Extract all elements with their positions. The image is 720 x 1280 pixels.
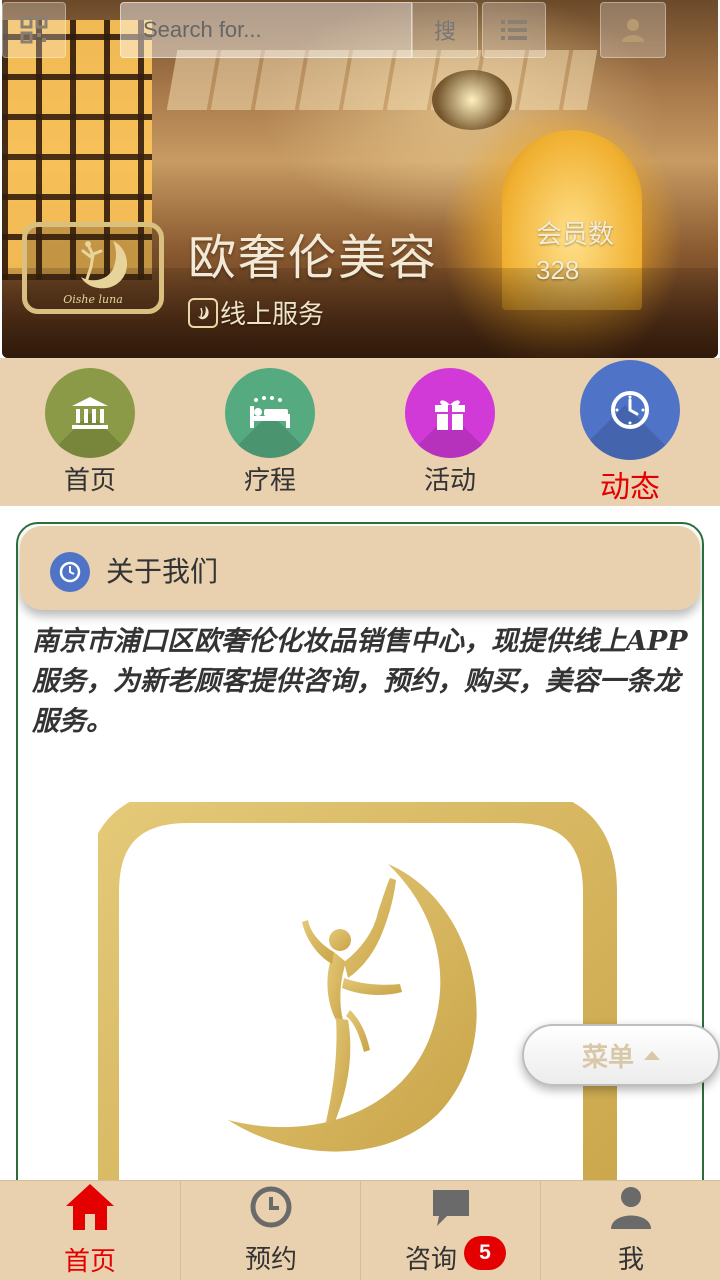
member-count-label: 会员数 xyxy=(536,220,615,250)
tab-me[interactable]: 我 xyxy=(540,1181,720,1280)
qr-scan-button[interactable] xyxy=(2,2,66,58)
user-icon xyxy=(622,19,644,42)
tab-label: 首页 xyxy=(63,1247,116,1277)
user-profile-button[interactable] xyxy=(600,2,666,58)
member-count-value: 328 xyxy=(536,255,580,285)
list-menu-button[interactable] xyxy=(482,2,546,58)
nav-item-events[interactable]: 活动 xyxy=(360,358,540,506)
caret-up-icon xyxy=(644,1050,660,1060)
nav-icon-circle xyxy=(45,368,135,458)
about-card-title: 关于我们 xyxy=(106,555,219,588)
about-description: 南京市浦口区欧奢伦化妆品销售中心，现提供线上APP服务，为新老顾客提供咨询，预约… xyxy=(32,626,688,737)
qrcode-icon xyxy=(20,16,48,44)
about-card-header[interactable]: 关于我们 xyxy=(20,526,700,610)
brand-name: 欧奢伦美容 xyxy=(188,230,439,286)
floating-menu-button[interactable]: 菜单 xyxy=(522,1024,720,1086)
gift-icon xyxy=(435,400,465,430)
clock-icon xyxy=(245,1181,297,1233)
clock-icon xyxy=(611,391,649,429)
tab-label: 预约 xyxy=(244,1245,297,1275)
clock-icon xyxy=(50,552,90,592)
search-box xyxy=(120,2,412,58)
chat-icon xyxy=(425,1181,477,1233)
nav-label: 活动 xyxy=(423,466,476,496)
nav-label: 首页 xyxy=(63,466,116,496)
nav-item-home[interactable]: 首页 xyxy=(0,358,180,506)
nav-icon-circle xyxy=(580,360,680,460)
hero-ceiling-decoration xyxy=(166,50,598,110)
search-input[interactable] xyxy=(143,17,411,43)
quick-nav: 首页 疗程 活动 动态 xyxy=(0,358,720,506)
brand-logo: Oishe luna xyxy=(22,222,164,314)
nav-icon-circle xyxy=(405,368,495,458)
floating-menu-label: 菜单 xyxy=(581,1042,634,1073)
online-service-label: 线上服务 xyxy=(220,300,325,330)
search-button[interactable]: 搜 xyxy=(412,2,478,58)
list-icon xyxy=(501,20,527,40)
online-service-link[interactable]: 线上服务 xyxy=(188,294,324,331)
nav-label: 疗程 xyxy=(243,466,296,496)
logo-wordmark: Oishe luna xyxy=(63,293,123,306)
bottom-tab-bar: 首页 预约 咨询 我 xyxy=(0,1180,720,1280)
tab-booking[interactable]: 预约 xyxy=(180,1181,360,1280)
tab-label: 我 xyxy=(617,1245,644,1275)
about-card: 关于我们 南京市浦口区欧奢伦化妆品销售中心，现提供线上APP服务，为新老顾客提供… xyxy=(16,522,704,1280)
nav-item-treatment[interactable]: 疗程 xyxy=(180,358,360,506)
unread-badge: 5 xyxy=(464,1236,506,1270)
dancer-logo-icon xyxy=(188,297,218,328)
user-icon xyxy=(605,1181,657,1233)
nav-label: 动态 xyxy=(600,470,660,505)
hero-chandelier-decoration xyxy=(432,70,512,130)
spa-bed-icon xyxy=(250,396,290,428)
home-icon xyxy=(64,1181,116,1233)
tab-consult[interactable]: 咨询 xyxy=(360,1181,540,1280)
bank-icon xyxy=(72,397,108,429)
nav-icon-circle xyxy=(225,368,315,458)
tab-home[interactable]: 首页 xyxy=(0,1181,180,1280)
nav-item-news[interactable]: 动态 xyxy=(540,358,720,506)
